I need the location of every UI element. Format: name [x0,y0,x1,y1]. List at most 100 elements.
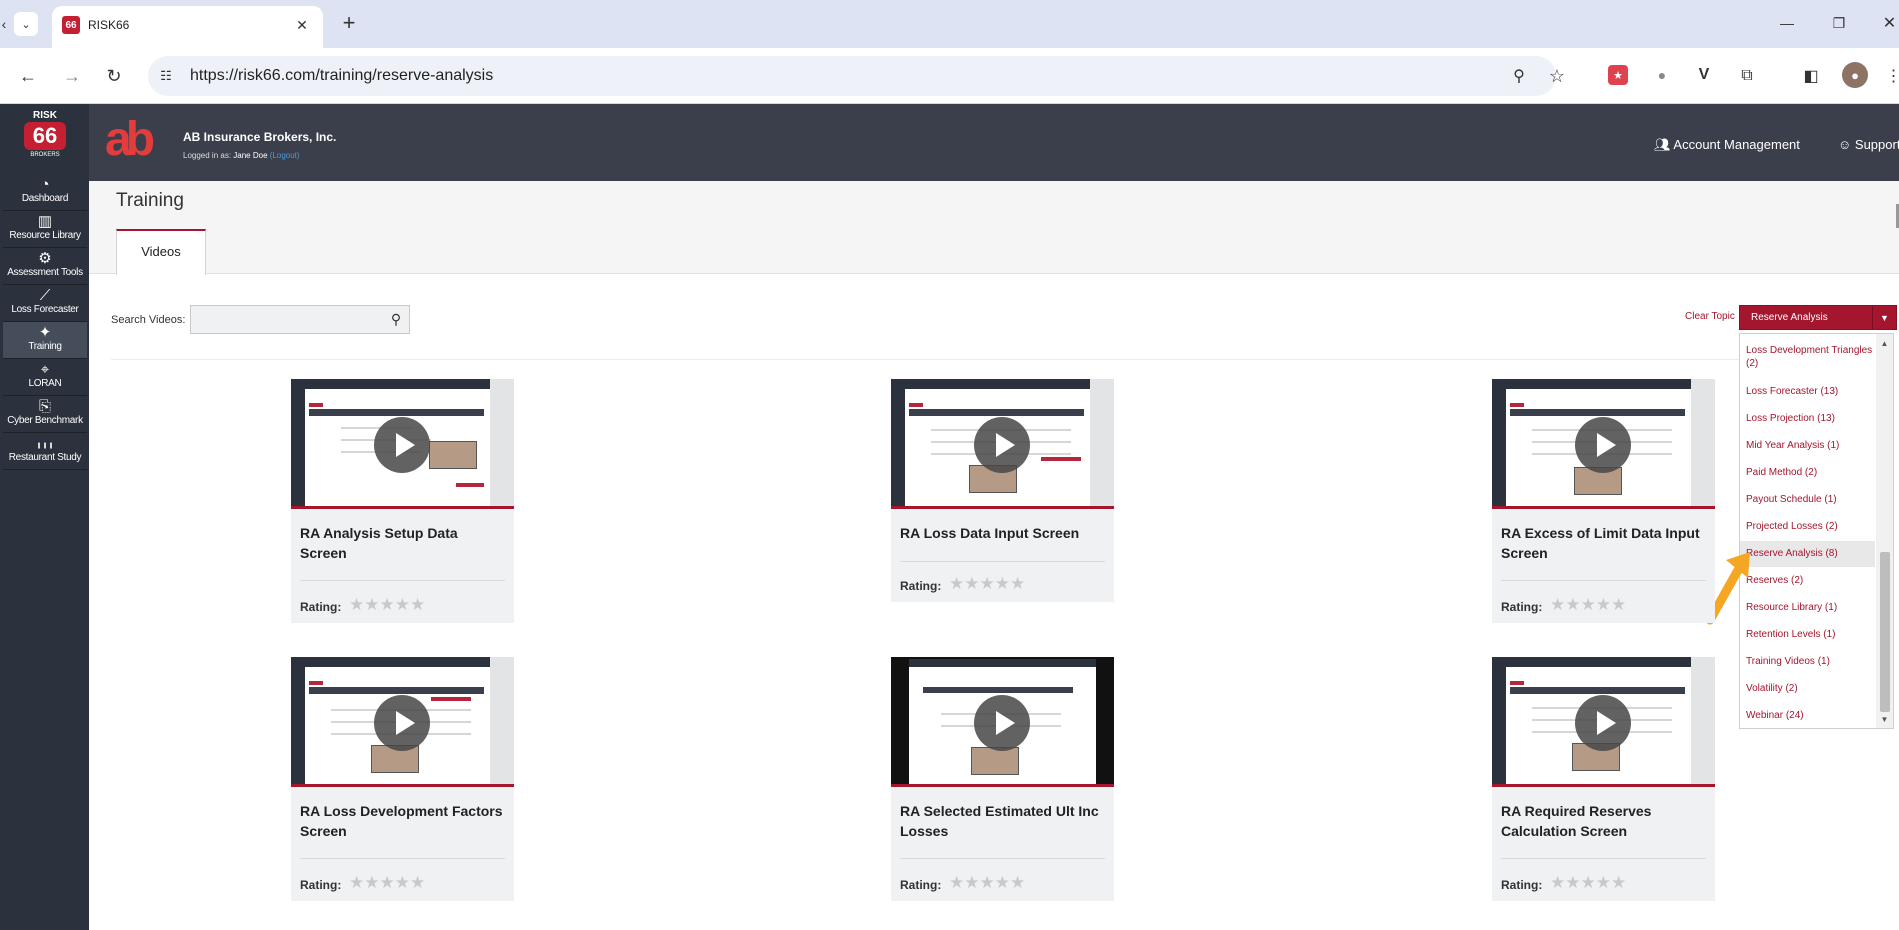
sidebar-item-training[interactable]: ✦ Training [3,322,87,359]
topic-option[interactable]: Reserves (2) [1746,574,1874,587]
sidebar-item-dashboard[interactable]: ◔ Dashboard [3,174,87,211]
extensions-puzzle-icon[interactable]: ⧉ [1736,65,1758,87]
search-icon[interactable]: ⚲ [386,309,406,329]
sidebar-item-assessment-tools[interactable]: ⚙ Assessment Tools [3,248,87,285]
topic-option[interactable]: Loss Development Triangles (2) [1746,344,1874,370]
video-thumbnail[interactable] [291,379,514,509]
reload-icon[interactable]: ↻ [102,64,126,88]
video-card[interactable]: RA Analysis Setup Data Screen Rating: ★★… [291,379,514,623]
video-thumbnail[interactable] [891,379,1114,509]
rating-stars[interactable]: ★★★★★ [349,873,425,893]
extension-gray-icon[interactable]: ● [1652,65,1672,85]
video-thumbnail[interactable] [1492,657,1715,787]
sidebar-item-label: Resource Library [9,230,81,241]
scroll-up-icon[interactable]: ▲ [1876,336,1893,350]
back-icon[interactable]: ← [16,64,40,88]
topic-option[interactable]: Loss Forecaster (13) [1746,385,1874,398]
play-icon[interactable] [1575,417,1631,473]
profile-avatar[interactable]: ● [1842,62,1868,88]
rating-stars[interactable]: ★★★★★ [949,873,1025,893]
video-thumbnail[interactable] [1492,379,1715,509]
close-tab-icon[interactable]: ✕ [292,15,312,35]
logout-link[interactable]: (Logout) [270,151,300,160]
video-title[interactable]: RA Selected Estimated Ult Inc Losses [900,801,1105,841]
clear-topic-link[interactable]: Clear Topic [1685,311,1735,322]
video-title[interactable]: RA Analysis Setup Data Screen [300,523,505,563]
tab-scroll-left-icon[interactable]: ‹ [0,14,8,34]
risk66-logo[interactable]: RISK 66 BROKERS [24,110,66,168]
topic-option[interactable]: Mid Year Analysis (1) [1746,439,1874,452]
scroll-down-icon[interactable]: ▼ [1876,712,1893,726]
sidebar-item-restaurant-study[interactable]: ╻╻╻ Restaurant Study [3,433,87,470]
play-icon[interactable] [374,695,430,751]
search-label: Search Videos: [111,314,186,326]
rating-stars[interactable]: ★★★★★ [349,595,425,615]
video-title[interactable]: RA Excess of Limit Data Input Screen [1501,523,1706,563]
thumb-header [1492,379,1715,389]
video-title[interactable]: RA Loss Data Input Screen [900,523,1105,543]
thumb-button [309,403,323,407]
video-card[interactable]: RA Loss Data Input Screen Rating: ★★★★★ [891,379,1114,602]
close-window-icon[interactable]: ✕ [1880,12,1899,34]
topic-option[interactable]: Payout Schedule (1) [1746,493,1874,506]
bookmark-star-icon[interactable]: ☆ [1546,65,1568,87]
sidebar-item-loss-forecaster[interactable]: ⟋ Loss Forecaster [3,285,87,322]
video-card[interactable]: RA Loss Development Factors Screen Ratin… [291,657,514,901]
address-bar[interactable]: ☷ https://risk66.com/training/reserve-an… [148,56,1565,96]
zoom-icon[interactable]: ⚲ [1508,65,1530,87]
topic-option[interactable]: Retention Levels (1) [1746,628,1874,641]
extension-red-icon[interactable]: ★ [1608,65,1628,85]
dropdown-scrollbar-thumb[interactable] [1880,552,1890,712]
play-icon[interactable] [1575,695,1631,751]
chrome-menu-icon[interactable]: ⋮ [1886,64,1899,88]
divider [300,580,505,581]
video-card[interactable]: RA Excess of Limit Data Input Screen Rat… [1492,379,1715,623]
search-input[interactable] [191,306,381,333]
sidebar-item-label: Assessment Tools [7,267,83,278]
thumb-band [909,409,1084,416]
video-title[interactable]: RA Required Reserves Calculation Screen [1501,801,1706,841]
video-card[interactable]: RA Selected Estimated Ult Inc Losses Rat… [891,657,1114,901]
dashboard-icon: ◔ [40,176,50,193]
side-panel-icon[interactable]: ◧ [1800,65,1822,87]
thumb-panel [490,657,514,784]
minimize-icon[interactable]: — [1776,12,1798,34]
topic-option[interactable]: Resource Library (1) [1746,601,1874,614]
rating-label: Rating: [300,600,342,614]
sidebar-item-loran[interactable]: ⌖ LORAN [3,359,87,396]
topic-option[interactable]: Loss Projection (13) [1746,412,1874,425]
restore-icon[interactable]: ❐ [1828,12,1850,34]
forward-icon[interactable]: → [60,64,84,88]
login-info: Logged in as: Jane Doe (Logout) [183,151,300,160]
extension-v-icon[interactable]: V [1694,65,1714,85]
play-icon[interactable] [974,695,1030,751]
topic-option[interactable]: Webinar (24) [1746,709,1874,722]
video-title[interactable]: RA Loss Development Factors Screen [300,801,505,841]
topic-option[interactable]: Volatility (2) [1746,682,1874,695]
chevron-down-icon[interactable]: ▼ [1872,306,1896,329]
tab-search-button[interactable]: ⌄ [14,12,38,36]
topic-option[interactable]: Training Videos (1) [1746,655,1874,668]
support-link[interactable]: ☺︎ Support [1838,137,1899,152]
video-thumbnail[interactable] [891,657,1114,787]
sidebar-item-resource-library[interactable]: ▥ Resource Library [3,211,87,248]
rating-stars[interactable]: ★★★★★ [1550,873,1626,893]
site-info-icon[interactable]: ☷ [156,66,176,86]
rating-stars[interactable]: ★★★★★ [1550,595,1626,615]
topic-option-selected[interactable]: Reserve Analysis (8) [1746,547,1874,560]
topic-option[interactable]: Paid Method (2) [1746,466,1874,479]
support-icon: ☺︎ [1838,137,1852,152]
video-card[interactable]: RA Required Reserves Calculation Screen … [1492,657,1715,901]
play-icon[interactable] [974,417,1030,473]
play-icon[interactable] [374,417,430,473]
rating-stars[interactable]: ★★★★★ [949,574,1025,594]
tab-videos[interactable]: Videos [116,229,206,275]
browser-tab[interactable]: 66 RISK66 ✕ [52,6,323,48]
topic-select[interactable]: Reserve Analysis ▼ [1739,305,1897,330]
sidebar-item-cyber-benchmark[interactable]: ⎘ Cyber Benchmark [3,396,87,433]
video-thumbnail[interactable] [291,657,514,787]
new-tab-button[interactable]: + [336,10,362,36]
account-management-link[interactable]: 👥︎ Account Management [1654,137,1800,153]
topic-option[interactable]: Projected Losses (2) [1746,520,1874,533]
account-management-label: Account Management [1673,137,1800,152]
